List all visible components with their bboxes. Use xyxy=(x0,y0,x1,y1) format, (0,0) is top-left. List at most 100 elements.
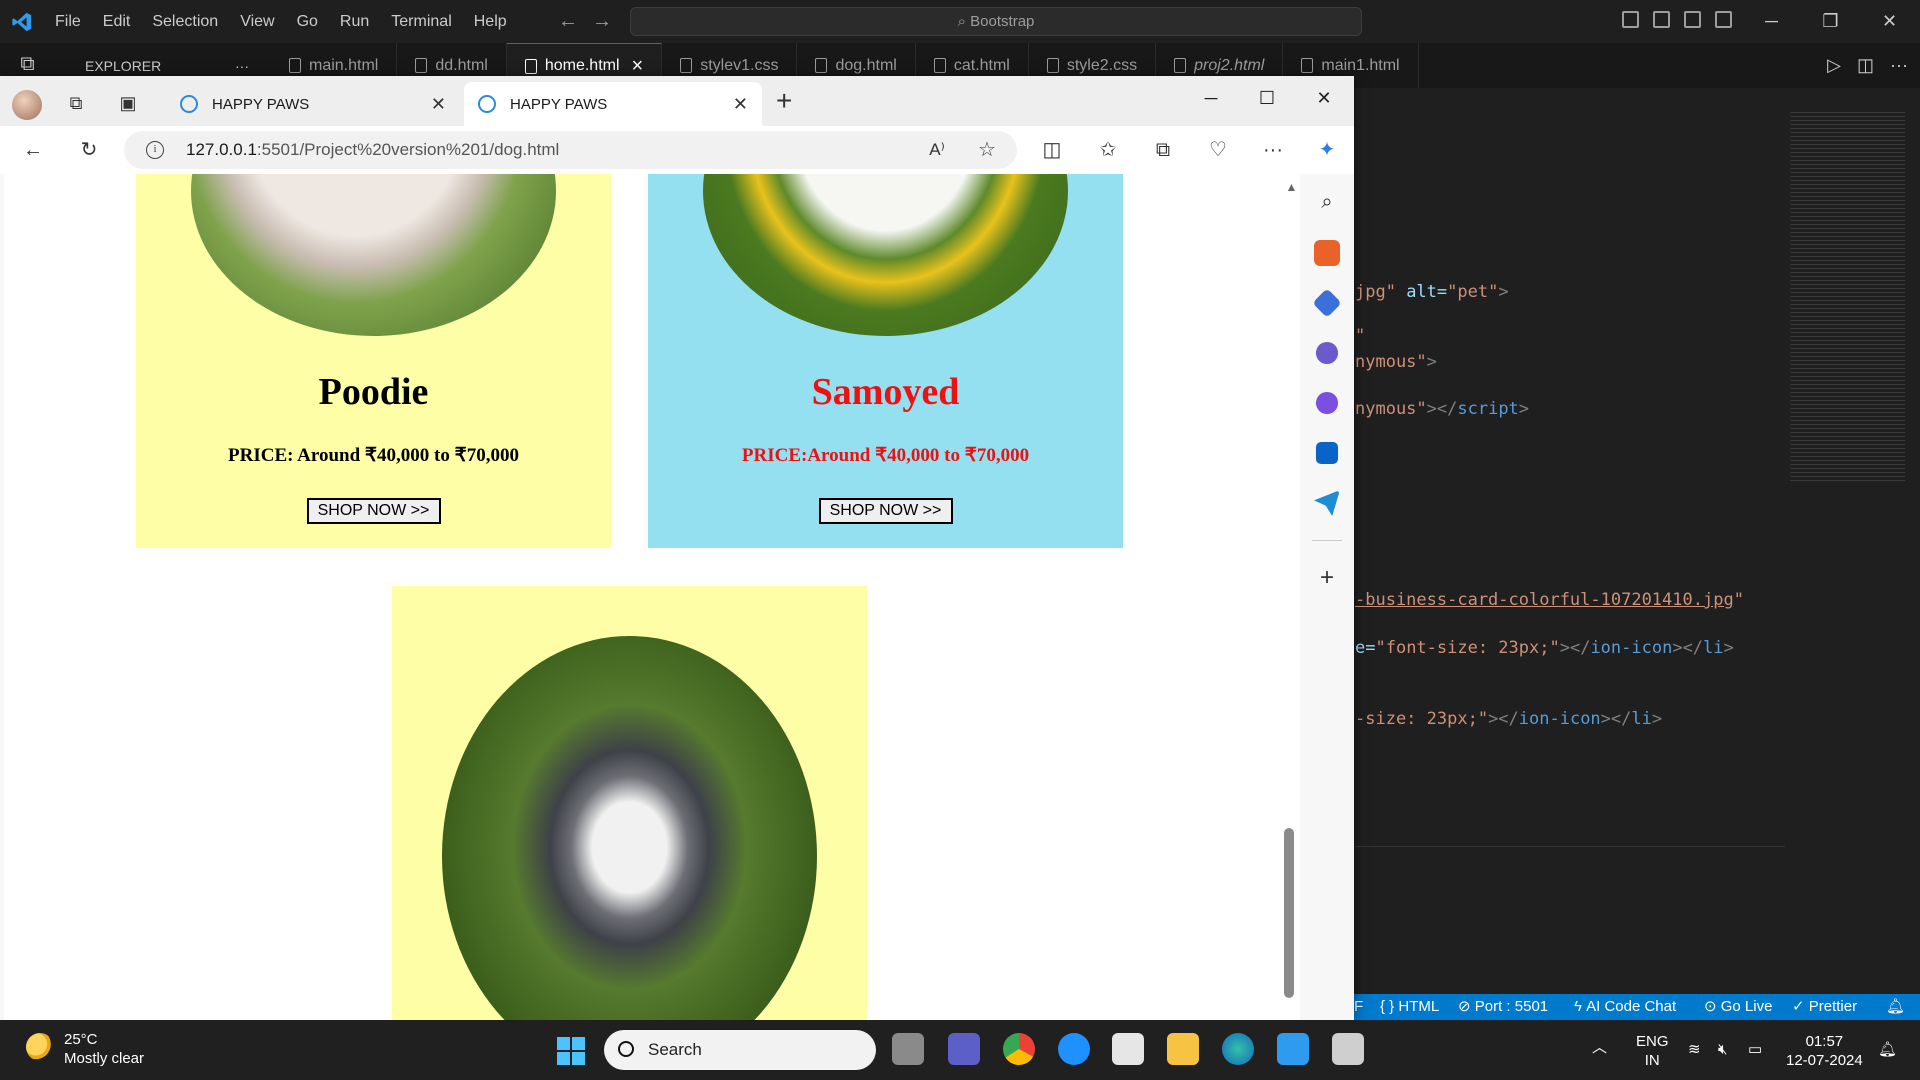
outlook-icon[interactable] xyxy=(1315,441,1339,465)
explorer-more-icon[interactable]: ··· xyxy=(235,58,249,74)
help-icon[interactable] xyxy=(1058,1033,1090,1065)
forward-arrow-icon[interactable]: → xyxy=(592,10,612,33)
split-editor-icon[interactable]: ◫ xyxy=(1857,55,1874,76)
menu-go[interactable]: Go xyxy=(286,0,329,43)
read-aloud-icon[interactable]: A⁾ xyxy=(924,138,950,162)
tools-briefcase-icon[interactable] xyxy=(1314,240,1340,266)
search-icon[interactable]: ⌕ xyxy=(1314,190,1340,214)
page-viewport[interactable]: Poodie PRICE: Around ₹40,000 to ₹70,000 … xyxy=(4,174,1300,1020)
status-go-live[interactable]: ⊙ Go Live xyxy=(1704,994,1772,1020)
shopping-tag-icon[interactable] xyxy=(1312,288,1342,318)
chrome-icon[interactable] xyxy=(1003,1033,1035,1065)
code-line: e="font-size: 23px;"></ion-icon></li> xyxy=(1355,638,1734,658)
clock[interactable]: 01:57 12-07-2024 xyxy=(1786,1032,1863,1070)
weather-widget[interactable]: 25°C Mostly clear xyxy=(64,1030,144,1068)
favorites-icon[interactable]: ✩ xyxy=(1095,138,1121,162)
back-arrow-icon[interactable]: ← xyxy=(558,10,578,33)
tab-close-icon[interactable]: ✕ xyxy=(733,94,748,115)
search-icon xyxy=(618,1041,634,1057)
history-nav: ← → xyxy=(558,10,612,33)
minimize-button[interactable]: ─ xyxy=(1742,0,1801,43)
vertical-tabs-icon[interactable]: ▣ xyxy=(118,93,138,113)
menu-run[interactable]: Run xyxy=(329,0,380,43)
toggle-sidebar-icon[interactable] xyxy=(1622,11,1639,28)
site-info-icon[interactable]: i xyxy=(146,141,164,159)
status-port[interactable]: ⊘ Port : 5501 xyxy=(1458,994,1548,1020)
vscode-taskbar-icon[interactable] xyxy=(1277,1033,1309,1065)
browser-tab-active[interactable]: HAPPY PAWS ✕ xyxy=(464,82,762,126)
browser-maximize-button[interactable]: ☐ xyxy=(1239,86,1295,110)
close-button[interactable]: ✕ xyxy=(1860,0,1919,43)
scrollbar-thumb[interactable] xyxy=(1284,828,1294,998)
workspaces-icon[interactable]: ⧉ xyxy=(66,93,86,113)
browser-close-button[interactable]: ✕ xyxy=(1296,86,1352,110)
games-icon[interactable] xyxy=(1315,341,1339,365)
menu-help[interactable]: Help xyxy=(463,0,518,43)
scroll-up-arrow-icon[interactable]: ▲ xyxy=(1283,180,1300,194)
status-prettier[interactable]: ✓ Prettier xyxy=(1792,994,1857,1020)
split-screen-icon[interactable]: ◫ xyxy=(1039,138,1065,162)
shop-now-button[interactable]: SHOP NOW >> xyxy=(306,498,441,524)
menu-edit[interactable]: Edit xyxy=(92,0,142,43)
tab-close-icon[interactable]: × xyxy=(632,55,644,78)
broadcast-icon: ⊙ xyxy=(1704,998,1721,1015)
task-view-icon[interactable] xyxy=(892,1033,924,1065)
taskbar-search[interactable]: Search xyxy=(604,1030,876,1070)
browser-essentials-icon[interactable]: ♡ xyxy=(1205,138,1231,162)
copilot-icon[interactable]: ✦ xyxy=(1314,138,1340,162)
m365-icon[interactable] xyxy=(1315,391,1339,415)
toggle-secondary-sidebar-icon[interactable] xyxy=(1684,11,1701,28)
toggle-panel-icon[interactable] xyxy=(1653,11,1670,28)
add-plus-icon[interactable]: + xyxy=(1314,566,1340,590)
notification-bell-icon[interactable]: 🔔︎ xyxy=(1878,1040,1897,1059)
address-bar[interactable]: 127.0.0.1:5501/Project%20version%201/dog… xyxy=(124,131,1017,169)
new-tab-button[interactable]: + xyxy=(776,87,792,115)
notifications-bell-icon[interactable]: 🔔︎ xyxy=(1886,994,1905,1020)
status-ai-chat[interactable]: ϟ AI Code Chat xyxy=(1574,994,1676,1020)
favorite-star-icon[interactable]: ☆ xyxy=(974,138,1000,162)
collections-icon[interactable]: ⧉ xyxy=(1150,138,1176,162)
speaker-muted-icon[interactable]: 🔇︎ xyxy=(1718,1040,1727,1059)
microsoft-store-icon[interactable] xyxy=(1112,1033,1144,1065)
edge-icon[interactable] xyxy=(1222,1033,1254,1065)
teams-meet-icon[interactable] xyxy=(948,1033,980,1065)
file-icon xyxy=(1301,58,1314,73)
more-actions-icon[interactable]: ··· xyxy=(1890,55,1908,76)
settings-more-icon[interactable]: ··· xyxy=(1260,138,1286,162)
command-center[interactable]: ⌕ Bootstrap xyxy=(630,7,1362,36)
menu-selection[interactable]: Selection xyxy=(141,0,229,43)
dog-card-husky xyxy=(392,586,867,1020)
shop-now-button[interactable]: SHOP NOW >> xyxy=(818,498,953,524)
browser-tab[interactable]: HAPPY PAWS ✕ xyxy=(166,82,460,126)
restore-button[interactable]: ❐ xyxy=(1801,0,1860,43)
port-icon: ⊘ xyxy=(1458,998,1475,1015)
vscode-titlebar: File Edit Selection View Go Run Terminal… xyxy=(0,0,1920,43)
file-icon xyxy=(415,58,428,73)
tray-overflow-chevron-icon[interactable]: ︿ xyxy=(1592,1038,1607,1057)
search-icon: ⌕ xyxy=(957,13,971,30)
file-icon xyxy=(815,58,828,73)
dog-card-samoyed: Samoyed PRICE:Around ₹40,000 to ₹70,000 … xyxy=(648,174,1123,548)
tab-close-icon[interactable]: ✕ xyxy=(431,94,446,115)
back-arrow-icon[interactable]: ← xyxy=(20,138,46,162)
customize-layout-icon[interactable] xyxy=(1715,11,1732,28)
file-icon xyxy=(524,58,537,74)
run-icon[interactable]: ▷ xyxy=(1827,55,1841,76)
refresh-icon[interactable]: ↻ xyxy=(76,138,102,162)
windows-start-icon[interactable] xyxy=(557,1037,585,1065)
browser-minimize-button[interactable]: ─ xyxy=(1183,86,1239,110)
profile-avatar[interactable] xyxy=(12,90,42,120)
menu-terminal[interactable]: Terminal xyxy=(380,0,462,43)
snipping-tool-icon[interactable] xyxy=(1332,1033,1364,1065)
battery-icon[interactable]: ▭ xyxy=(1748,1040,1762,1059)
wifi-icon[interactable]: ≋ xyxy=(1688,1040,1701,1059)
minimap[interactable] xyxy=(1790,112,1905,482)
file-explorer-icon[interactable] xyxy=(1167,1033,1199,1065)
status-language[interactable]: { } HTML xyxy=(1380,994,1439,1020)
language-indicator[interactable]: ENG IN xyxy=(1636,1032,1669,1070)
menu-file[interactable]: File xyxy=(44,0,92,43)
menu-view[interactable]: View xyxy=(229,0,285,43)
weather-moon-icon[interactable] xyxy=(26,1033,54,1061)
bolt-icon: ϟ xyxy=(1574,998,1587,1015)
drop-send-icon[interactable] xyxy=(1314,490,1340,516)
